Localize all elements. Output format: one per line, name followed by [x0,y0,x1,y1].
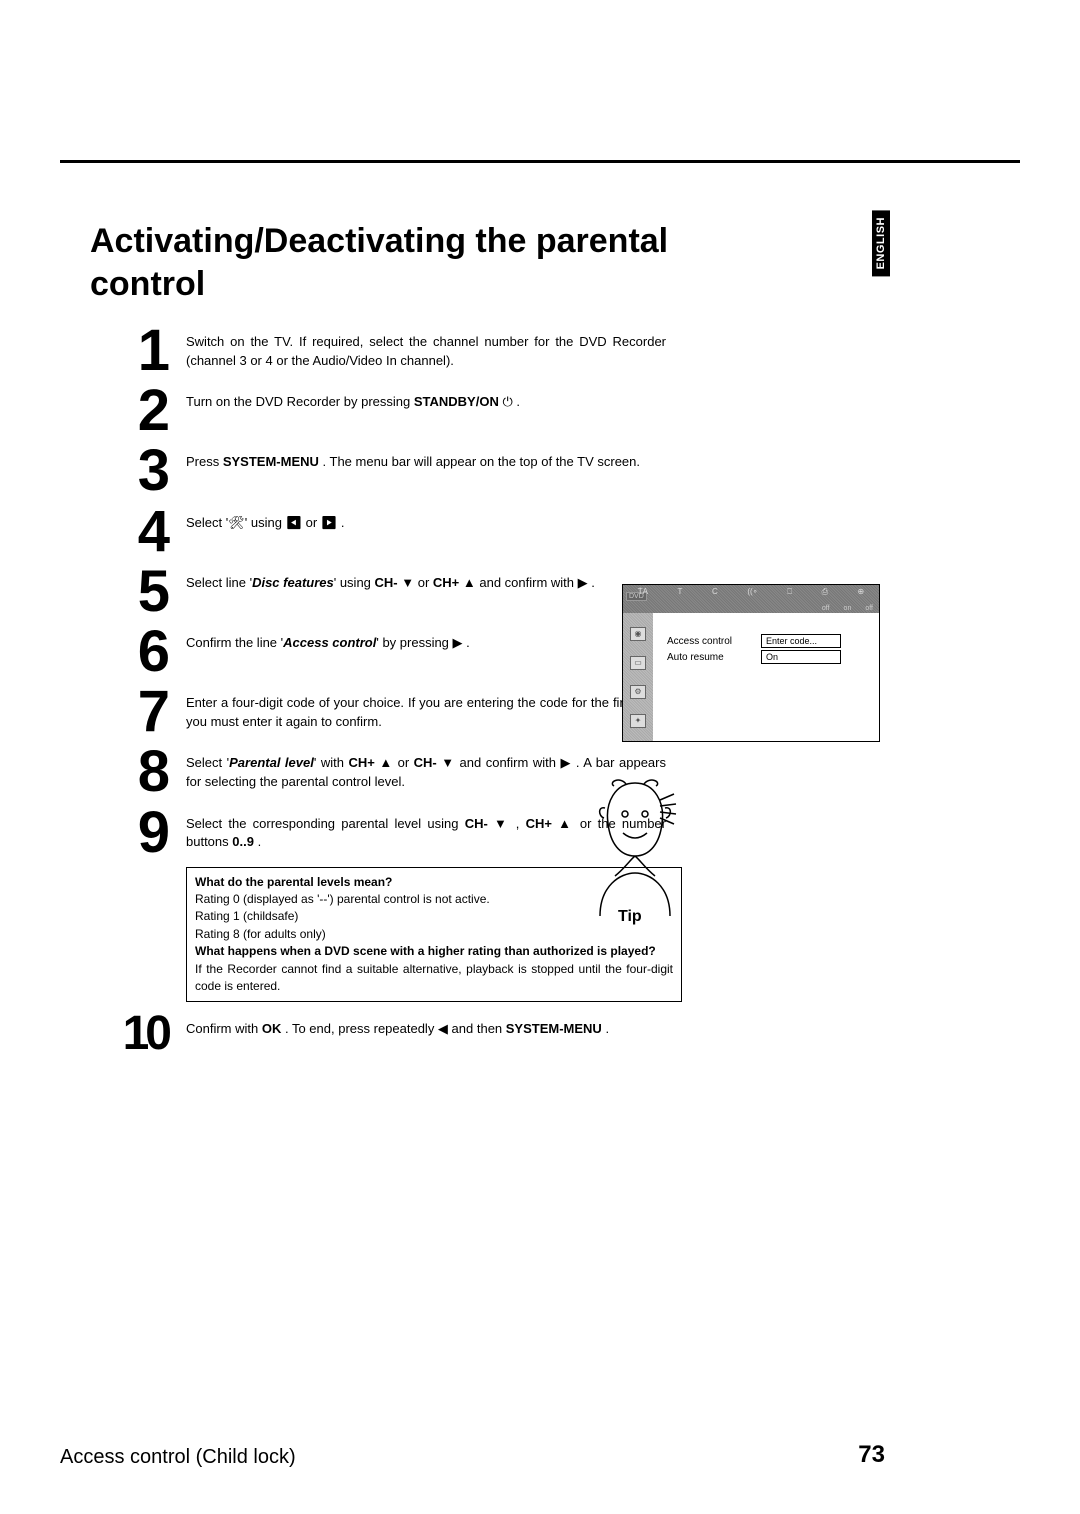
step-text: Confirm the line 'Access control' by pre… [186,626,470,653]
step-number: 8 [90,746,186,798]
osd-sidebar: ◉ ▭ ⚙ ✦ [623,613,653,741]
text: ▲ and confirm with ▶ . [459,575,595,590]
button-ref: STANDBY/ON [414,394,499,409]
button-ref: CH+ [348,755,374,770]
text: Select the corresponding parental level … [186,816,465,831]
osd-top-icons: ṪA T C ((∘ ⎕ ⎙ ⊕ [623,587,879,597]
text: ' by pressing ▶ . [376,635,469,650]
osd-icon: ((∘ [747,587,757,597]
osd-topbar: DVD ṪA T C ((∘ ⎕ ⎙ ⊕ off on off [623,585,879,613]
menu-ref: Disc features [252,575,334,590]
button-ref: SYSTEM-MENU [506,1021,602,1036]
text: ' using ◀ or ▶ . [245,515,345,530]
osd-row: Access control Enter code... [667,633,869,649]
osd-label: on [844,605,852,612]
text: ▼ or [398,575,433,590]
osd-top-labels: off on off [822,605,873,612]
menu-ref: Access control [283,635,376,650]
power-icon: ⏻ . [499,394,520,409]
language-tab: ENGLISH [872,210,890,276]
text: . To end, press repeatedly ◀ and then [281,1021,505,1036]
footer-section-title: Access control (Child lock) [60,1446,296,1469]
step-2: 2 Turn on the DVD Recorder by pressing S… [90,385,990,437]
text: Select ' [186,515,228,530]
button-ref: CH+ [433,575,459,590]
osd-icon: ⎕ [787,587,792,597]
text: Confirm the line ' [186,635,283,650]
osd-body: ◉ ▭ ⚙ ✦ Access control Enter code... Aut… [623,613,879,741]
step-number: 2 [90,385,186,437]
text: . [602,1021,609,1036]
button-ref: CH- [375,575,398,590]
osd-icon: T [678,587,683,597]
menu-ref: Parental level [229,755,314,770]
step-text: Enter a four-digit code of your choice. … [186,686,666,732]
step-text: Press SYSTEM-MENU . The menu bar will ap… [186,445,640,472]
step-1: 1 Switch on the TV. If required, select … [90,325,990,377]
osd-icon: ⊕ [858,587,865,597]
tip-face-icon [590,778,680,918]
step-text: Select '🛠' using ◀ or ▶ . [186,506,345,533]
text: Confirm with [186,1021,262,1036]
step-text: Select line 'Disc features' using CH- ▼ … [186,566,595,593]
step-number: 3 [90,445,186,497]
tip-question: What happens when a DVD scene with a hig… [195,943,673,960]
step-number: 6 [90,626,186,678]
text: ▲ or [375,755,414,770]
step-3: 3 Press SYSTEM-MENU . The menu bar will … [90,445,990,497]
disc-icon: ◉ [630,627,646,641]
button-ref: CH- [414,755,437,770]
button-ref: CH- [465,816,488,831]
wrench-icon: 🛠 [228,515,245,530]
top-rule [60,160,1020,163]
step-number: 4 [90,506,186,558]
osd-icon: ṪA [638,587,648,597]
misc-icon: ✦ [630,714,646,728]
tip-line: If the Recorder cannot find a suitable a… [195,961,673,996]
text: ' with [314,755,349,770]
osd-row-value: On [761,650,841,664]
osd-row: Auto resume On [667,649,869,665]
text: Press [186,454,223,469]
text: Select line ' [186,575,252,590]
footer-page-number: 73 [858,1441,885,1469]
text: Turn on the DVD Recorder by pressing [186,394,414,409]
text: ' using [334,575,375,590]
osd-icon: C [712,587,718,597]
text: . [254,834,261,849]
osd-main: Access control Enter code... Auto resume… [653,613,879,741]
text: Select ' [186,755,229,770]
text: ▼ , [488,816,526,831]
button-ref: OK [262,1021,282,1036]
osd-row-label: Access control [667,636,761,647]
step-text: Switch on the TV. If required, select th… [186,325,666,371]
settings-icon: ⚙ [630,685,646,699]
step-number: 10 [90,1012,186,1055]
step-10: 10 Confirm with OK . To end, press repea… [90,1012,990,1055]
step-number: 1 [90,325,186,377]
osd-icon: ⎙ [822,587,828,597]
button-ref: SYSTEM-MENU [223,454,319,469]
osd-label: off [865,605,873,612]
step-4: 4 Select '🛠' using ◀ or ▶ . [90,506,990,558]
button-ref: 0..9 [232,834,254,849]
osd-label: off [822,605,830,612]
osd-row-label: Auto resume [667,652,761,663]
button-ref: CH+ [526,816,552,831]
step-8: 8 Select 'Parental level' with CH+ ▲ or … [90,746,990,798]
step-number: 9 [90,807,186,859]
tip-line: Rating 8 (for adults only) [195,926,673,943]
step-number: 7 [90,686,186,738]
step-number: 5 [90,566,186,618]
osd-row-value: Enter code... [761,634,841,648]
tip-label: Tip [618,908,642,926]
step-text: Turn on the DVD Recorder by pressing STA… [186,385,520,412]
video-icon: ▭ [630,656,646,670]
text: . The menu bar will appear on the top of… [319,454,640,469]
page-title: Activating/Deactivating the parental con… [90,220,790,305]
osd-illustration: DVD ṪA T C ((∘ ⎕ ⎙ ⊕ off on off ◉ ▭ ⚙ ✦ [622,584,880,742]
step-9: 9 Select the corresponding parental leve… [90,807,990,859]
step-text: Confirm with OK . To end, press repeated… [186,1012,609,1039]
